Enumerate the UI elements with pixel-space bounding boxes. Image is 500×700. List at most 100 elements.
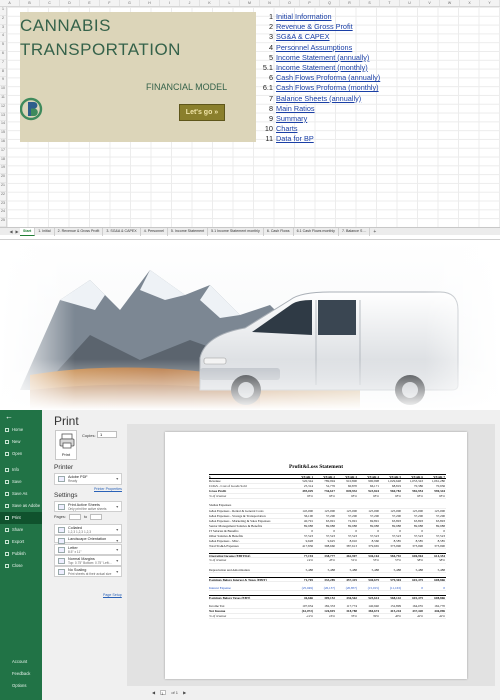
- column-header[interactable]: P: [300, 0, 320, 6]
- column-header[interactable]: U: [400, 0, 420, 6]
- sheet-tab[interactable]: 1. Initial: [35, 227, 55, 236]
- row-header[interactable]: 6: [0, 51, 6, 60]
- column-header[interactable]: L: [220, 0, 240, 6]
- nav-item[interactable]: Save: [0, 476, 42, 488]
- column-header[interactable]: R: [340, 0, 360, 6]
- nav-item[interactable]: New: [0, 436, 42, 448]
- nav-item[interactable]: Publish: [0, 548, 42, 560]
- next-page-icon[interactable]: ▶: [183, 690, 186, 695]
- nav-item[interactable]: Options: [0, 680, 42, 692]
- lets-go-button[interactable]: Let's go »: [179, 104, 225, 121]
- nav-item[interactable]: Save as Adobe PDF: [0, 500, 42, 520]
- row-header[interactable]: 13: [0, 113, 6, 122]
- column-header[interactable]: B: [20, 0, 40, 6]
- row-header[interactable]: 1: [0, 7, 6, 16]
- row-header[interactable]: 7: [0, 60, 6, 69]
- row-header[interactable]: 20: [0, 174, 6, 183]
- toc-link[interactable]: SG&A & CAPEX: [276, 32, 330, 41]
- toc-link[interactable]: Charts: [276, 124, 298, 133]
- column-header[interactable]: F: [100, 0, 120, 6]
- nav-item[interactable]: Close: [0, 560, 42, 572]
- prev-page-icon[interactable]: ◀: [152, 690, 155, 695]
- row-header[interactable]: 11: [0, 95, 6, 104]
- toc-link[interactable]: Balance Sheets (annually): [276, 94, 361, 103]
- sheet-tab[interactable]: 2. Revenue & Gross Profit: [55, 227, 104, 236]
- current-page-input[interactable]: 1: [160, 690, 167, 696]
- sheet-tab[interactable]: 5. Income Statement: [168, 227, 209, 236]
- sheet-tab[interactable]: Start: [20, 227, 36, 236]
- page-setup-link[interactable]: Page Setup: [103, 593, 122, 597]
- column-header[interactable]: G: [120, 0, 140, 6]
- toc-link[interactable]: Data for BP: [276, 134, 314, 143]
- nav-item[interactable]: Info: [0, 464, 42, 476]
- row-header[interactable]: 18: [0, 157, 6, 166]
- sheet-tab[interactable]: 4. Personnel: [141, 227, 168, 236]
- sheet-tab[interactable]: 6.1 Cash Flows monthly: [294, 227, 339, 236]
- sheet-tab[interactable]: 7. Balance S ...: [339, 227, 371, 236]
- column-header[interactable]: N: [260, 0, 280, 6]
- nav-item[interactable]: Feedback: [0, 668, 42, 680]
- pages-from-input[interactable]: [68, 514, 81, 520]
- toc-link[interactable]: Revenue & Gross Profit: [276, 22, 353, 31]
- toc-link[interactable]: Main Ratios: [276, 104, 315, 113]
- nav-item[interactable]: Share: [0, 524, 42, 536]
- row-header[interactable]: 24: [0, 209, 6, 219]
- settings-option[interactable]: Print Active Sheets Only print the active…: [54, 501, 122, 512]
- column-header[interactable]: A: [0, 0, 20, 6]
- toc-link[interactable]: Income Statement (annually): [276, 53, 369, 62]
- nav-item[interactable]: Export: [0, 536, 42, 548]
- nav-item[interactable]: Account: [0, 656, 42, 668]
- row-header[interactable]: 14: [0, 121, 6, 131]
- printer-properties-link[interactable]: Printer Properties: [94, 487, 122, 491]
- settings-option[interactable]: Normal Margins Top: 0.75" Bottom: 0.75" L…: [54, 555, 122, 566]
- sheet-tab[interactable]: 6. Cash Flows: [264, 227, 294, 236]
- row-header[interactable]: 10: [0, 86, 6, 95]
- row-header[interactable]: 8: [0, 69, 6, 78]
- row-header[interactable]: 2: [0, 16, 6, 25]
- column-header[interactable]: Q: [320, 0, 340, 6]
- column-header[interactable]: E: [80, 0, 100, 6]
- toc-link[interactable]: Initial Information: [276, 12, 332, 21]
- nav-item[interactable]: Home: [0, 424, 42, 436]
- back-arrow-icon[interactable]: ←: [0, 410, 42, 424]
- column-header[interactable]: O: [280, 0, 300, 6]
- settings-option[interactable]: Collated 1,2,3 1,2,3 1,2,3 ▼: [54, 524, 122, 535]
- printer-select[interactable]: Adobe PDF Ready ▼: [54, 473, 122, 485]
- add-sheet-button[interactable]: +: [373, 229, 376, 235]
- toc-link[interactable]: Personnel Assumptions: [276, 43, 352, 52]
- toc-link[interactable]: Income Statement (monthly): [276, 63, 368, 72]
- column-header[interactable]: D: [60, 0, 80, 6]
- copies-input[interactable]: 1: [97, 431, 117, 438]
- row-header[interactable]: 22: [0, 192, 6, 201]
- column-header[interactable]: W: [440, 0, 460, 6]
- row-header[interactable]: 5: [0, 42, 6, 51]
- column-header[interactable]: T: [380, 0, 400, 6]
- column-header[interactable]: S: [360, 0, 380, 6]
- column-header[interactable]: X: [460, 0, 480, 6]
- sheet-tab[interactable]: 3. SG&A & CAPEX: [103, 227, 141, 236]
- settings-option[interactable]: Landscape Orientation ▼: [54, 535, 122, 544]
- nav-item[interactable]: Print: [0, 512, 42, 524]
- column-header[interactable]: V: [420, 0, 440, 6]
- row-header[interactable]: 4: [0, 33, 6, 43]
- nav-item[interactable]: Save As: [0, 488, 42, 500]
- row-header[interactable]: 23: [0, 201, 6, 210]
- sheet-tab[interactable]: 5.1 Income Statement monthly: [208, 227, 264, 236]
- settings-option[interactable]: No Scaling Print sheets at their actual s…: [54, 566, 122, 577]
- toc-link[interactable]: Cash Flows Proforma (annually): [276, 73, 380, 82]
- column-header[interactable]: J: [180, 0, 200, 6]
- row-header[interactable]: 3: [0, 25, 6, 34]
- toc-link[interactable]: Cash Flows Proforma (monthly): [276, 83, 379, 92]
- row-header[interactable]: 21: [0, 183, 6, 192]
- row-header[interactable]: 16: [0, 139, 6, 148]
- row-header[interactable]: 9: [0, 77, 6, 87]
- row-header[interactable]: 25: [0, 218, 6, 227]
- print-button[interactable]: Print: [55, 430, 77, 460]
- column-header[interactable]: H: [140, 0, 160, 6]
- toc-link[interactable]: Summary: [276, 114, 307, 123]
- column-header[interactable]: Y: [480, 0, 500, 6]
- settings-option[interactable]: Letter 8.5" x 11" ▼: [54, 544, 122, 555]
- row-header[interactable]: 15: [0, 130, 6, 139]
- column-header[interactable]: C: [40, 0, 60, 6]
- column-header[interactable]: M: [240, 0, 260, 6]
